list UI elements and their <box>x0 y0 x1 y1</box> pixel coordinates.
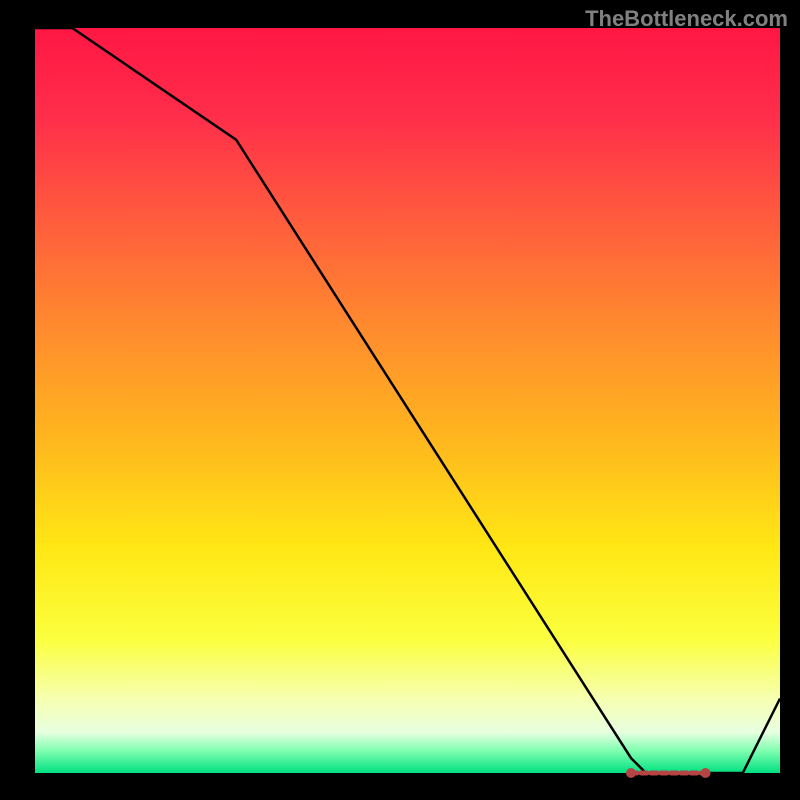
plot-background <box>35 28 780 773</box>
watermark-text: TheBottleneck.com <box>585 6 788 32</box>
chart-svg <box>0 0 800 800</box>
chart-container: TheBottleneck.com <box>0 0 800 800</box>
